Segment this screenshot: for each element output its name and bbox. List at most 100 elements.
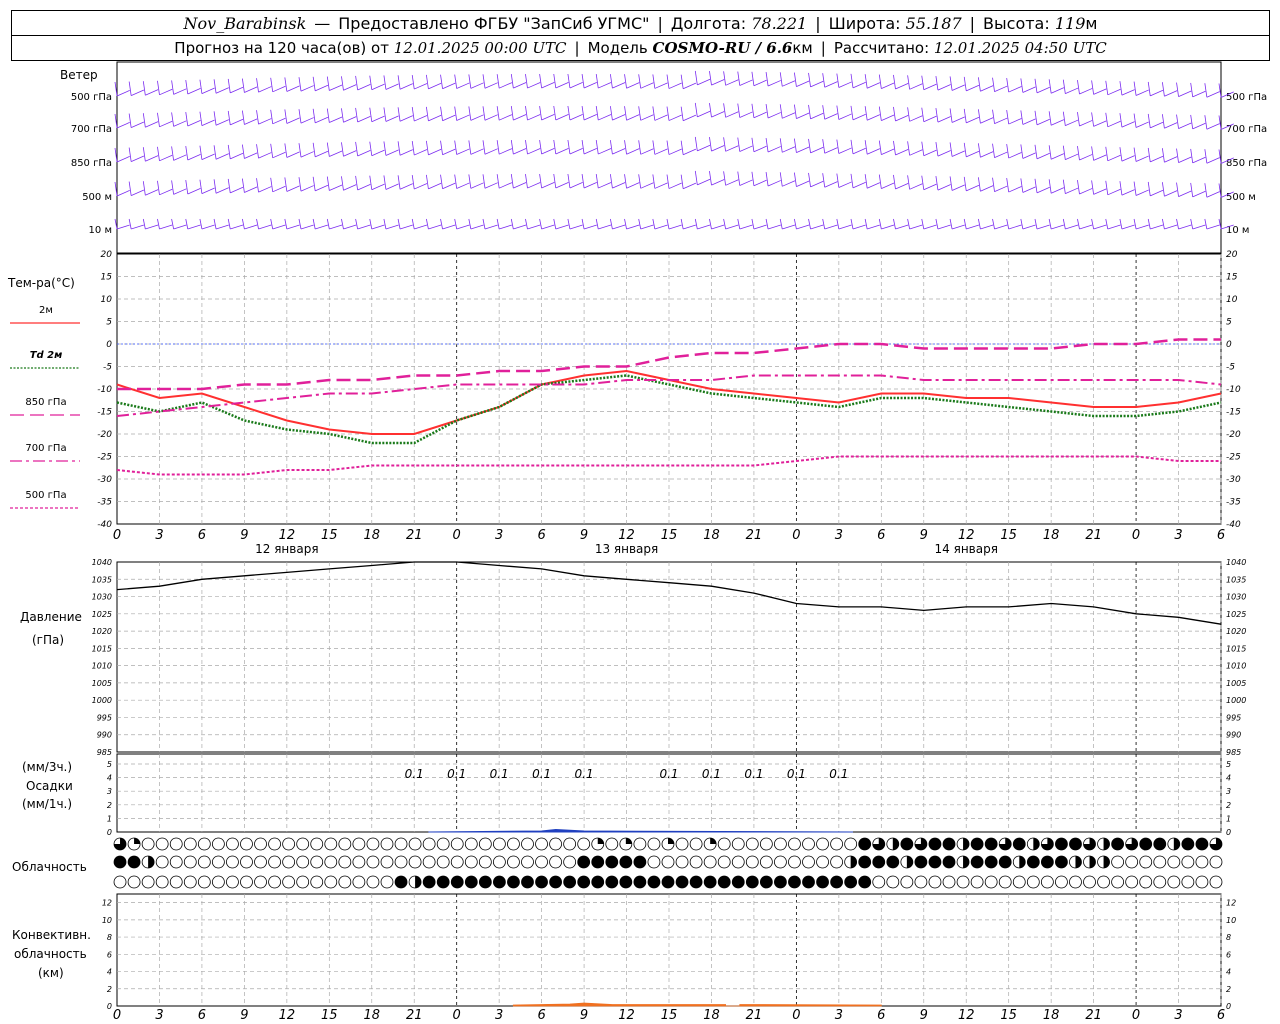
cloud-symbol — [521, 855, 534, 869]
precip-title: Осадки — [26, 779, 73, 793]
wind-barb — [1161, 114, 1178, 129]
precip-amount-label: 0.1 — [490, 767, 509, 781]
wind-barb — [383, 218, 399, 230]
temp-legend-label: Td 2м — [30, 350, 63, 361]
wind-barb — [510, 106, 527, 121]
wind-barb — [525, 106, 541, 121]
precip-ytick-right: 2 — [1226, 801, 1231, 810]
time-tick-bottom: 0 — [1132, 1008, 1140, 1023]
wind-barb — [1176, 114, 1192, 129]
wind-barb — [553, 218, 569, 230]
wind-barb — [1006, 78, 1022, 93]
cloud-fill — [625, 838, 632, 844]
wind-barb — [213, 79, 229, 94]
cloud-symbol — [1209, 875, 1223, 889]
cloud-symbol — [1181, 837, 1195, 851]
precip-amount-label: 0.1 — [744, 767, 763, 781]
wind-barb — [808, 72, 824, 88]
cloud-symbol — [731, 837, 745, 851]
wind-barb — [977, 77, 994, 92]
wind-barb — [425, 174, 442, 190]
cloud-symbol — [675, 875, 689, 889]
wind-barb — [1204, 183, 1220, 198]
wind-barb — [496, 174, 513, 189]
wind-barb — [850, 173, 866, 189]
cloud-symbol — [141, 875, 155, 889]
temp-ytick-right: 0 — [1226, 340, 1232, 350]
cloud-symbol — [970, 875, 984, 889]
temp-legend-label: 700 гПа — [25, 443, 66, 454]
day-label: 12 января — [255, 542, 318, 556]
cloud-symbol — [563, 855, 577, 869]
wind-barb — [1048, 218, 1065, 230]
cloud-symbol — [647, 875, 661, 889]
wind-barb — [709, 71, 725, 86]
wind-barb — [284, 109, 300, 124]
wind-barb — [977, 177, 994, 192]
wind-barb — [553, 73, 569, 89]
wind-barb — [709, 171, 725, 186]
wind-barb — [454, 218, 470, 230]
cloud-symbol — [759, 875, 773, 889]
precip-ytick-right: 0 — [1226, 828, 1231, 837]
cloud-symbol — [1055, 855, 1068, 869]
wind-barb — [680, 106, 697, 122]
cloud-symbol — [605, 875, 619, 889]
cloud-symbol — [1181, 855, 1195, 869]
wind-barb — [298, 77, 314, 92]
cloud-symbol — [1139, 855, 1153, 869]
cloud-symbol — [774, 855, 787, 869]
temp-ytick-right: -40 — [1226, 520, 1241, 530]
temp-ytick-right: 5 — [1226, 318, 1232, 328]
wind-level-label-right: 850 гПа — [1226, 158, 1267, 169]
cloud-symbol — [858, 875, 872, 889]
wind-barb — [921, 75, 937, 91]
wind-barb — [411, 75, 428, 90]
cloud-symbol — [591, 855, 605, 869]
wind-barb — [638, 140, 654, 155]
wind-barb — [397, 141, 413, 156]
wind-barb — [369, 141, 385, 157]
wind-barb — [425, 218, 442, 230]
time-tick: 3 — [835, 528, 843, 543]
wind-barb — [1020, 110, 1036, 125]
wind-barb — [1077, 145, 1093, 161]
cloud-symbol — [858, 837, 872, 851]
time-tick-bottom: 18 — [1043, 1008, 1060, 1023]
time-tick: 9 — [920, 528, 928, 543]
wind-barb — [878, 140, 895, 155]
wind-barb — [1176, 82, 1192, 97]
cloud-symbol — [450, 837, 464, 851]
cloud-symbol — [661, 855, 675, 869]
wind-barb — [808, 104, 824, 120]
wind-barb — [1190, 82, 1206, 98]
wind-barb — [765, 218, 781, 230]
wind-barb — [850, 105, 866, 121]
cloud-symbol — [731, 875, 745, 889]
wind-barb — [666, 218, 682, 230]
cloud-symbol — [549, 875, 562, 889]
conv-ytick-right: 12 — [1226, 899, 1236, 908]
cloud-fill — [1075, 856, 1082, 868]
cloud-fill — [1033, 838, 1040, 850]
time-tick-bottom: 21 — [746, 1008, 763, 1023]
cloud-symbol — [240, 837, 253, 851]
cloud-symbol — [689, 875, 703, 889]
wind-barb — [482, 218, 498, 230]
wind-barb — [185, 111, 201, 127]
temp-ytick-right: -35 — [1226, 498, 1241, 508]
wind-barb — [411, 141, 428, 156]
wind-barb — [1062, 179, 1079, 195]
time-tick: 0 — [792, 528, 800, 543]
temp-ytick-right: -30 — [1226, 475, 1241, 485]
wind-barb — [666, 140, 682, 155]
cloud-symbol — [338, 875, 352, 889]
wind-barb — [977, 218, 994, 230]
pressure-ytick-right: 985 — [1226, 748, 1241, 757]
wind-barb — [1034, 178, 1050, 194]
time-tick-bottom: 6 — [198, 1008, 206, 1023]
wind-barb — [977, 109, 994, 124]
cloud-symbol — [366, 855, 380, 869]
pressure-ytick-left: 1030 — [92, 593, 112, 602]
cloud-symbol — [759, 837, 773, 851]
